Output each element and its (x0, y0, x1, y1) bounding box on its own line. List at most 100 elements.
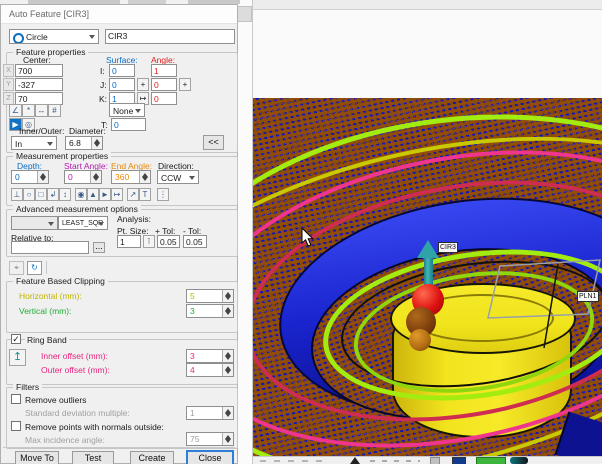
status-blue-icon[interactable] (452, 457, 466, 464)
spinner-arrows[interactable] (37, 171, 48, 183)
end-angle-spinner[interactable]: 360 (111, 170, 151, 184)
angle-k-input[interactable]: 0 (151, 92, 177, 105)
spinner-arrows[interactable] (222, 407, 233, 419)
pt-size-input[interactable]: 1 (117, 235, 141, 248)
vertical-value: 3 (190, 306, 195, 316)
surface-i-input[interactable]: 0 (109, 64, 135, 77)
strategy-icon-0[interactable]: ⊥ (11, 188, 23, 201)
strategy-icon-1[interactable]: ○ (23, 188, 35, 201)
inner-outer-value: In (15, 139, 22, 149)
spinner-arrows[interactable] (222, 290, 233, 302)
strategy-icon-2[interactable]: □ (35, 188, 47, 201)
spinner-arrows[interactable] (91, 137, 102, 149)
inner-outer-combo[interactable]: In (11, 136, 57, 150)
3d-viewport[interactable]: CIR3 PLN1 (252, 98, 602, 456)
mode-combo[interactable]: None (109, 103, 145, 117)
create-button[interactable]: Create (130, 451, 174, 464)
tolerance-icon-button[interactable]: ⊺ (143, 235, 155, 248)
minus-tol-input[interactable]: 0.05 (183, 235, 207, 248)
strategy-icon-9[interactable]: ↗ (127, 188, 139, 201)
depth-value: 0 (15, 172, 20, 182)
start-angle-spinner[interactable]: 0 (64, 170, 102, 184)
surface-j-input[interactable]: 0 (109, 78, 135, 91)
chevron-down-icon (47, 142, 53, 146)
angle-j-input[interactable]: 0 (151, 78, 177, 91)
spinner-arrows[interactable] (222, 433, 233, 445)
mode-value: None (113, 106, 133, 116)
algorithm-combo[interactable]: LEAST_SQR (58, 216, 108, 230)
direction-combo[interactable]: CCW (157, 170, 199, 184)
depth-spinner[interactable]: 0 (11, 170, 49, 184)
start-angle-value: 0 (68, 172, 73, 182)
spinner-arrows[interactable] (222, 305, 233, 317)
diameter-spinner[interactable]: 6.8 (65, 136, 103, 150)
collapse-button[interactable]: << (203, 135, 224, 150)
ring-band-checkbox[interactable]: ✓ (11, 334, 21, 344)
vertical-spinner[interactable]: 3 (186, 304, 234, 318)
ring-band-direction-button[interactable]: ↥ (9, 349, 26, 366)
feature-label-cir3[interactable]: CIR3 (438, 242, 458, 253)
end-angle-value: 360 (115, 172, 129, 182)
status-triangle-icon[interactable] (350, 457, 360, 464)
strategy-icon-7[interactable]: ► (99, 188, 111, 201)
remove-outliers-checkbox[interactable] (11, 394, 21, 404)
strategy-icon-10[interactable]: T (139, 188, 151, 201)
snap-point-button[interactable]: ∠ (9, 104, 22, 117)
strategy-icon-11[interactable]: ⋮ (157, 188, 169, 201)
inner-offset-label: Inner offset (mm): (41, 351, 108, 361)
spinner-arrows[interactable] (222, 364, 233, 376)
measure-width-button[interactable]: ↔ (35, 104, 48, 117)
circle-feature-icon (13, 33, 24, 44)
angle-i-input[interactable]: 1 (151, 64, 177, 77)
center-x-input[interactable]: 700 (15, 64, 63, 77)
spinner-arrows[interactable] (222, 350, 233, 362)
strategy-icon-6[interactable]: ▲ (87, 188, 99, 201)
std-dev-spinner[interactable]: 1 (186, 406, 234, 420)
surface-point-button[interactable]: * (22, 104, 35, 117)
spinner-arrows[interactable] (139, 171, 150, 183)
status-strip (252, 456, 602, 464)
sphere-orange (409, 329, 431, 351)
test-button[interactable]: Test (72, 451, 114, 464)
horizontal-spinner[interactable]: 5 (186, 289, 234, 303)
algorithm-category-combo[interactable] (11, 216, 58, 230)
y-axis-label: Y (3, 78, 14, 91)
auto-feature-dialog: Auto Feature [CIR3] Circle CIR3 Feature … (0, 4, 238, 464)
feature-name-input[interactable]: CIR3 (105, 29, 235, 44)
feature-label-pln1[interactable]: PLN1 (577, 291, 599, 302)
surface-gimbal-button[interactable]: + (137, 78, 149, 91)
tab-probe-icon[interactable]: ⌖ (9, 261, 24, 275)
center-y-input[interactable]: -327 (15, 78, 63, 91)
feature-type-combo[interactable]: Circle (9, 29, 99, 44)
strategy-icon-8[interactable]: ↦ (111, 188, 123, 201)
tab-scan-icon[interactable]: ↻ (27, 261, 42, 275)
max-incidence-spinner[interactable]: 75 (186, 432, 234, 446)
chevron-down-icon (98, 222, 104, 226)
angle-gimbal-button[interactable]: + (179, 78, 191, 91)
status-dots (370, 460, 420, 462)
relative-to-input[interactable] (11, 241, 89, 254)
grid-button[interactable]: # (48, 104, 61, 117)
plus-tol-input[interactable]: 0.05 (157, 235, 180, 248)
strategy-icon-3[interactable]: ↲ (47, 188, 59, 201)
strategy-icon-4[interactable]: ↕ (59, 188, 71, 201)
remove-outliers-label: Remove outliers (25, 395, 86, 405)
t-input[interactable]: 0 (111, 118, 146, 131)
close-button[interactable]: Close (186, 450, 234, 464)
graphics-blank-area (238, 10, 602, 98)
spinner-arrows[interactable] (90, 171, 101, 183)
outer-offset-label: Outer offset (mm): (41, 365, 110, 375)
status-rotate-icon[interactable] (510, 457, 528, 464)
inner-offset-spinner[interactable]: 3 (186, 349, 234, 363)
outer-offset-spinner[interactable]: 4 (186, 363, 234, 377)
status-green-button[interactable] (476, 457, 506, 464)
x-axis-label: X (3, 64, 14, 77)
max-incidence-value: 75 (190, 434, 199, 444)
j-label: J: (100, 80, 107, 90)
strategy-icon-5[interactable]: ◉ (75, 188, 87, 201)
dialog-title-bar[interactable]: Auto Feature [CIR3] (1, 5, 237, 24)
browse-button[interactable]: ... (93, 242, 105, 253)
move-to-button[interactable]: Move To (15, 451, 59, 464)
remove-normals-checkbox[interactable] (11, 421, 21, 431)
status-lock-icon[interactable] (430, 457, 440, 464)
